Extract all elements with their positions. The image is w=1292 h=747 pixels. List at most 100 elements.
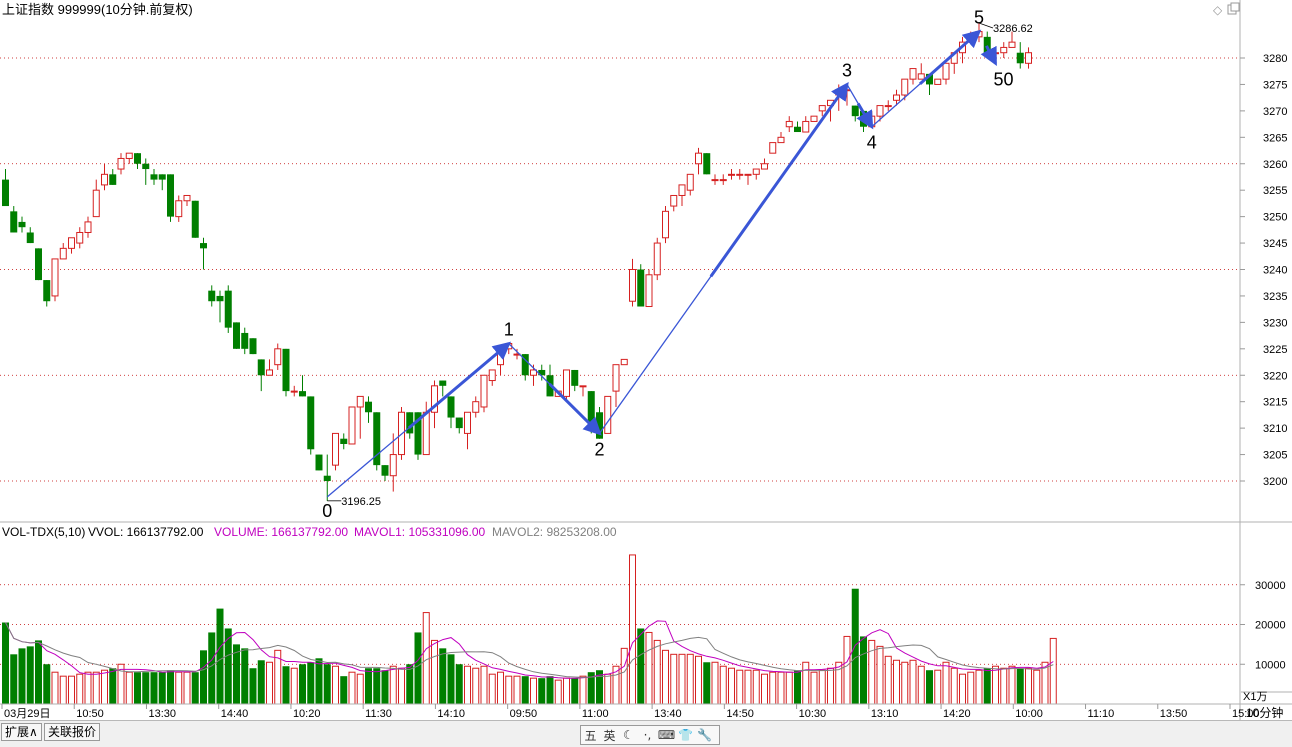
volume-bar-down	[860, 636, 867, 704]
volume-bar-up	[810, 671, 818, 705]
volume-legend: VOL-TDX(5,10) VVOL: 166137792.00 VOLUME:…	[2, 525, 617, 539]
candle-body-down	[10, 211, 18, 233]
mavol2-legend: MAVOL2: 98253208.00	[492, 525, 617, 539]
wave-label: 0	[322, 501, 332, 521]
volume-bar-up	[51, 671, 59, 705]
candle-body-up	[719, 179, 727, 182]
volume-bar-down	[200, 650, 207, 704]
candle-body-up	[645, 274, 653, 308]
volume-bar-up	[785, 671, 793, 705]
volume-bar-down	[1016, 668, 1024, 704]
candle-body-up	[51, 258, 59, 297]
time-label: 14:50	[726, 708, 754, 720]
ime-english-icon[interactable]: 英	[600, 727, 619, 744]
volume-bar-down	[538, 678, 546, 704]
candle-body-down	[794, 126, 801, 133]
candle-body-up	[68, 237, 75, 249]
volume-bar-up	[1033, 669, 1041, 705]
volume-bar-up	[901, 661, 909, 705]
candle-body-down	[142, 163, 150, 170]
ime-punctuation-icon[interactable]: ·,	[638, 728, 657, 742]
candle-body-down	[18, 221, 26, 228]
volume-bar-down	[224, 628, 232, 704]
price-tick-label: 3265	[1263, 132, 1287, 144]
ime-toolbar[interactable]: 五 英 ☾ ·, ⌨ 👕 🔧	[580, 725, 720, 745]
tab-related-quotes[interactable]: 关联报价	[44, 723, 101, 741]
ime-settings-icon[interactable]: 🔧	[695, 728, 714, 742]
candle-body-up	[175, 200, 183, 218]
volume-bar-up	[1000, 667, 1008, 705]
candle-body-up	[761, 163, 768, 170]
candle-body-down	[439, 380, 447, 386]
candle	[282, 348, 290, 397]
tab-expand[interactable]: 扩展∧	[1, 723, 42, 741]
candle-body-up	[769, 142, 777, 154]
volume-bar-up	[975, 669, 983, 705]
wave-label: 4	[867, 133, 877, 153]
candle-body-up	[480, 374, 488, 408]
volume-bar-up	[686, 653, 694, 705]
volume-bar-down	[208, 632, 216, 704]
volume-tick-label: 20000	[1255, 620, 1286, 632]
candle-body-down	[150, 174, 158, 180]
candle-body-down	[637, 269, 645, 307]
candle-body-up	[101, 173, 108, 186]
volume-bar-up	[332, 665, 339, 705]
candle-body-up	[1000, 46, 1008, 54]
volume-bar-down	[150, 672, 158, 704]
volume-bar-down	[571, 678, 579, 704]
diamond-icon[interactable]: ◇	[1213, 3, 1223, 17]
volume-bar-up	[761, 673, 768, 705]
candle-body-up	[901, 78, 909, 96]
candle-body-down	[43, 280, 51, 302]
volume-bar-down	[381, 670, 389, 704]
volume-bar-down	[10, 654, 18, 704]
volume-bar-down	[323, 664, 331, 704]
volume-bar-down	[794, 670, 801, 704]
candle-body-up	[992, 52, 999, 55]
ime-wubi-icon[interactable]: 五	[581, 727, 600, 744]
volume-bar-up	[711, 661, 719, 705]
candle-body-up	[389, 454, 397, 477]
ime-skin-icon[interactable]: 👕	[676, 728, 695, 742]
candle-body-up	[612, 364, 620, 392]
candle	[224, 285, 232, 333]
price-tick-label: 3260	[1263, 159, 1287, 171]
ime-keyboard-icon[interactable]: ⌨	[657, 728, 676, 742]
candle-body-up	[785, 120, 793, 128]
volume-unit-label: X1万	[1243, 691, 1267, 703]
volume-bar-up	[736, 669, 744, 705]
candle-body-up	[59, 247, 67, 260]
candle	[348, 406, 356, 445]
candle	[810, 115, 818, 122]
ime-moon-icon[interactable]: ☾	[619, 728, 638, 742]
time-label: 14:20	[943, 708, 971, 720]
volume-bar-up	[827, 667, 834, 705]
candle-body-down	[315, 454, 323, 471]
candle-body-down	[208, 290, 216, 302]
candle-body-down	[249, 338, 257, 355]
candle-body-up	[1025, 52, 1032, 64]
time-label: 14:10	[437, 708, 465, 720]
volume-bar-up	[645, 631, 653, 705]
candle-body-down	[299, 391, 306, 397]
volume-bar-up	[917, 665, 925, 705]
volume-bar-up	[68, 675, 75, 705]
volume-bar-up	[389, 665, 397, 705]
period-label[interactable]: 10分钟	[1246, 705, 1283, 720]
volume-bar-up	[422, 612, 430, 705]
volume-bar-down	[167, 670, 174, 704]
volume-bar-down	[26, 646, 34, 704]
volume-bar-up	[843, 635, 851, 705]
candle-body-down	[406, 412, 414, 434]
candle-body-down	[224, 290, 232, 328]
stock-chart[interactable]: 012345503196.253286.62 32003205321032153…	[0, 0, 1292, 746]
price-tick-label: 3220	[1263, 370, 1287, 382]
volume-bar-up	[125, 671, 133, 705]
candle-body-up	[802, 120, 810, 133]
volume-tick-label: 30000	[1255, 580, 1286, 592]
volume-bar-up	[884, 655, 892, 705]
volume-bar-up	[513, 675, 521, 705]
volume-bar-up	[175, 671, 183, 705]
volume-bar-up	[1049, 637, 1057, 705]
